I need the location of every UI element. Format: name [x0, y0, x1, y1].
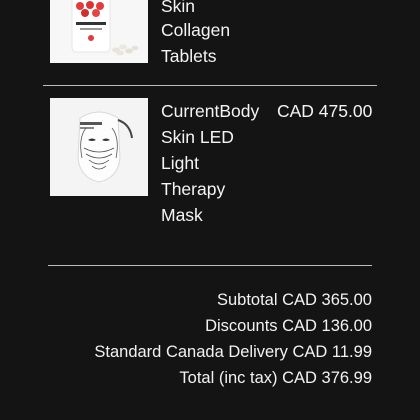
cart-page: Skin Collagen Tablets CurrentBody Skin L…	[0, 0, 420, 420]
led-mask-icon	[50, 98, 148, 196]
item-name-line[interactable]: Tablets	[161, 43, 216, 69]
summary-divider	[48, 265, 372, 266]
cart-item-led-mask: CurrentBody Skin LED Light Therapy Mask …	[0, 98, 420, 238]
total-row: Total (inc tax) CAD 376.99	[179, 369, 372, 387]
item-name-line[interactable]: Mask	[161, 202, 203, 228]
item-price: CAD 475.00	[277, 101, 373, 121]
item-name-line[interactable]: Skin LED	[161, 124, 234, 150]
item-name-line[interactable]: Therapy	[161, 176, 225, 202]
cart-item-collagen: Skin Collagen Tablets	[0, 0, 420, 70]
led-mask-image[interactable]	[50, 98, 148, 196]
discounts-row: Discounts CAD 136.00	[205, 317, 372, 335]
collagen-bottle-image[interactable]	[50, 0, 148, 63]
item-name-line[interactable]: Light	[161, 150, 199, 176]
item-name-line[interactable]: Collagen	[161, 17, 230, 43]
collagen-bottle-icon	[50, 0, 148, 63]
item-name-line[interactable]: CurrentBody	[161, 98, 259, 124]
item-divider	[43, 85, 377, 86]
delivery-row: Standard Canada Delivery CAD 11.99	[94, 343, 372, 361]
subtotal-row: Subtotal CAD 365.00	[216, 291, 372, 309]
